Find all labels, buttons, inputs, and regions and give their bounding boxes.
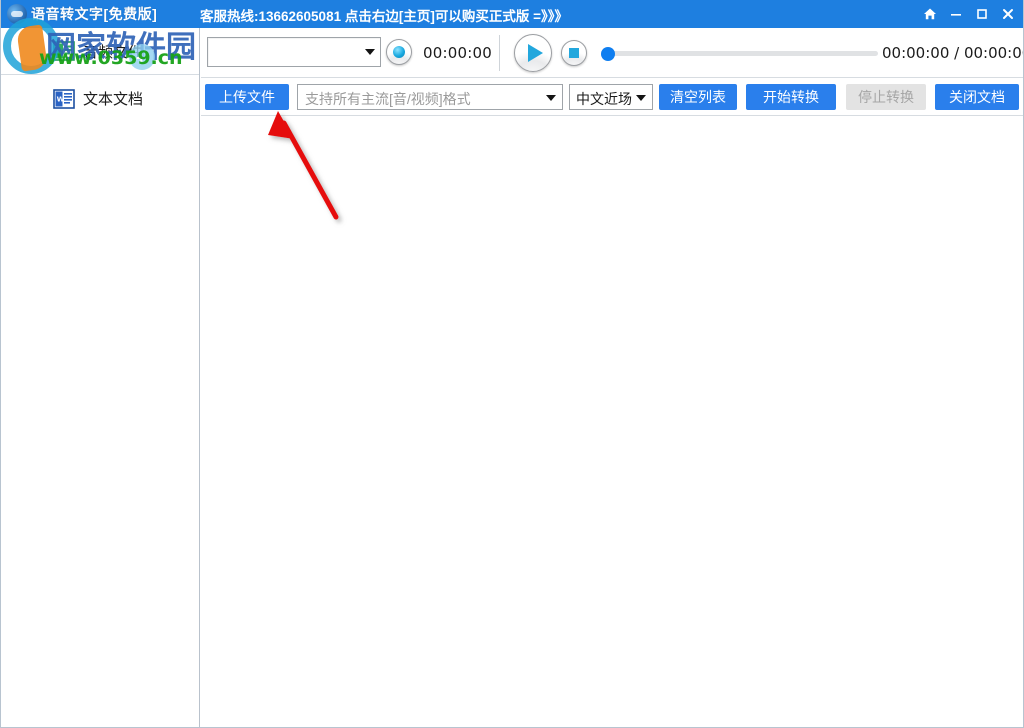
clear-list-button[interactable]: 清空列表 xyxy=(659,84,737,110)
upload-file-button[interactable]: 上传文件 xyxy=(205,84,289,110)
record-timer: 00:00:00 xyxy=(423,44,492,62)
chevron-down-icon xyxy=(365,49,375,55)
play-icon xyxy=(527,44,543,62)
language-select[interactable]: 中文近场 xyxy=(569,84,653,110)
main-panel: 00:00:00 00:00:00 / 00:00:00 上传文件 支持所有主流… xyxy=(201,28,1024,727)
close-document-button[interactable]: 关闭文档 xyxy=(935,84,1019,110)
record-button[interactable] xyxy=(386,39,412,65)
record-icon xyxy=(393,46,405,58)
hotline-banner: 客服热线:13662605081 点击右边[主页]可以购买正式版 =》》》 xyxy=(200,9,568,24)
sidebar: 音频文件 W 文本文档 xyxy=(1,28,200,727)
stop-icon xyxy=(569,48,579,58)
seek-slider-track[interactable] xyxy=(606,51,878,56)
format-select[interactable]: 支持所有主流[音/视频]格式 xyxy=(297,84,563,110)
stop-convert-button: 停止转换 xyxy=(846,84,926,110)
title-bar: 语音转文字[免费版] 客服热线:13662605081 点击右边[主页]可以购买… xyxy=(1,0,1023,28)
start-convert-button[interactable]: 开始转换 xyxy=(746,84,836,110)
minimize-icon[interactable] xyxy=(943,1,969,27)
text-document-icon: W xyxy=(53,88,75,110)
format-select-value: 支持所有主流[音/视频]格式 xyxy=(305,91,471,107)
sidebar-item-audio-file[interactable]: 音频文件 xyxy=(1,28,199,75)
sidebar-item-label: 文本文档 xyxy=(83,91,144,108)
sidebar-item-text-document[interactable]: W 文本文档 xyxy=(1,75,199,122)
window-title: 语音转文字[免费版] xyxy=(31,6,158,22)
window-controls xyxy=(917,0,1021,28)
action-toolbar: 上传文件 支持所有主流[音/视频]格式 中文近场 清空列表 开始转换 停止转换 … xyxy=(201,78,1023,116)
language-select-value: 中文近场 xyxy=(576,91,632,107)
close-icon[interactable] xyxy=(995,1,1021,27)
file-list-area[interactable] xyxy=(201,117,1023,727)
maximize-icon[interactable] xyxy=(969,1,995,27)
player-toolbar: 00:00:00 00:00:00 / 00:00:00 xyxy=(201,28,1024,78)
source-select[interactable] xyxy=(207,37,381,67)
chevron-down-icon xyxy=(636,95,646,101)
audio-file-icon xyxy=(53,40,75,62)
sidebar-item-label: 音频文件 xyxy=(83,43,144,61)
seek-slider-thumb[interactable] xyxy=(601,47,615,61)
playback-time: 00:00:00 / 00:00:00 xyxy=(882,44,1024,62)
chevron-down-icon xyxy=(546,95,556,101)
home-icon[interactable] xyxy=(917,1,943,27)
svg-text:W: W xyxy=(57,95,65,103)
toolbar-divider xyxy=(499,35,500,71)
application-window: 语音转文字[免费版] 客服热线:13662605081 点击右边[主页]可以购买… xyxy=(0,0,1024,728)
app-logo-icon xyxy=(7,4,27,24)
play-button[interactable] xyxy=(514,34,552,72)
stop-button[interactable] xyxy=(561,40,587,66)
